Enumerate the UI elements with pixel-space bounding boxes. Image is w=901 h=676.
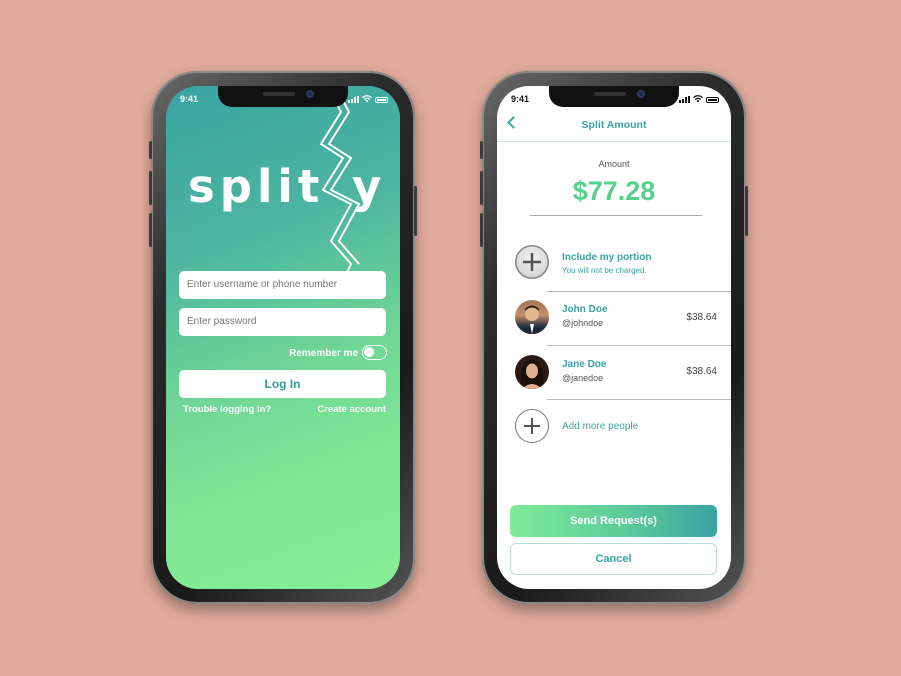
person-amount: $38.64 <box>686 312 717 323</box>
login-button[interactable]: Log In <box>179 370 386 398</box>
add-more-people-label: Add more people <box>562 421 639 432</box>
wifi-icon <box>362 95 372 103</box>
amount-value: $77.28 <box>572 176 656 206</box>
send-requests-button[interactable]: Send Request(s) <box>510 505 717 537</box>
cancel-button[interactable]: Cancel <box>510 543 717 575</box>
phone-login: 9:41 split y Remember me Log In Trouble … <box>149 71 417 604</box>
self-avatar <box>515 245 549 279</box>
include-portion-subtitle: You will not be charged. <box>562 266 647 275</box>
plus-icon <box>523 253 541 271</box>
person-name: Jane Doe <box>562 359 607 370</box>
signal-icon <box>679 96 690 103</box>
person-name: John Doe <box>562 304 608 315</box>
person-handle: @janedoe <box>562 373 604 383</box>
logo-tail: y <box>352 160 387 213</box>
row-divider <box>547 291 731 292</box>
volume-down-button <box>149 213 152 247</box>
status-time: 9:41 <box>180 94 199 104</box>
app-logo: split y <box>188 160 381 213</box>
password-field[interactable] <box>179 308 386 336</box>
split-amount-screen: 9:41 Split Amount Amount $77.28 Include … <box>497 86 731 589</box>
add-person-icon[interactable] <box>515 409 549 443</box>
status-bar: 9:41 <box>497 90 731 106</box>
status-time: 9:41 <box>511 94 530 104</box>
remember-me-toggle[interactable] <box>362 345 387 360</box>
signal-icon <box>348 96 359 103</box>
person-amount: $38.64 <box>686 366 717 377</box>
wifi-icon <box>693 95 703 103</box>
person-handle: @johndoe <box>562 318 604 328</box>
avatar <box>515 355 549 389</box>
page-title: Split Amount <box>581 119 647 131</box>
remember-me-label: Remember me <box>289 348 358 359</box>
status-bar: 9:41 <box>166 90 400 106</box>
username-field[interactable] <box>179 271 386 299</box>
battery-icon <box>375 97 388 103</box>
login-screen: 9:41 split y Remember me Log In Trouble … <box>166 86 400 589</box>
create-account-link[interactable]: Create account <box>317 404 386 415</box>
trouble-logging-in-link[interactable]: Trouble logging in? <box>183 404 271 415</box>
row-divider <box>547 399 731 400</box>
mute-switch <box>149 141 152 159</box>
include-portion-title: Include my portion <box>562 252 652 263</box>
power-button <box>414 186 417 236</box>
nav-bar: Split Amount <box>497 114 731 142</box>
power-button <box>745 186 748 236</box>
amount-label: Amount <box>598 159 630 169</box>
battery-icon <box>706 97 719 103</box>
amount-underline <box>530 215 702 216</box>
volume-down-button <box>480 213 483 247</box>
row-divider <box>547 345 731 346</box>
volume-up-button <box>149 171 152 205</box>
logo-text: split <box>188 160 325 213</box>
mute-switch <box>480 141 483 159</box>
avatar <box>515 300 549 334</box>
phone-split: 9:41 Split Amount Amount $77.28 Include … <box>480 71 748 604</box>
volume-up-button <box>480 171 483 205</box>
